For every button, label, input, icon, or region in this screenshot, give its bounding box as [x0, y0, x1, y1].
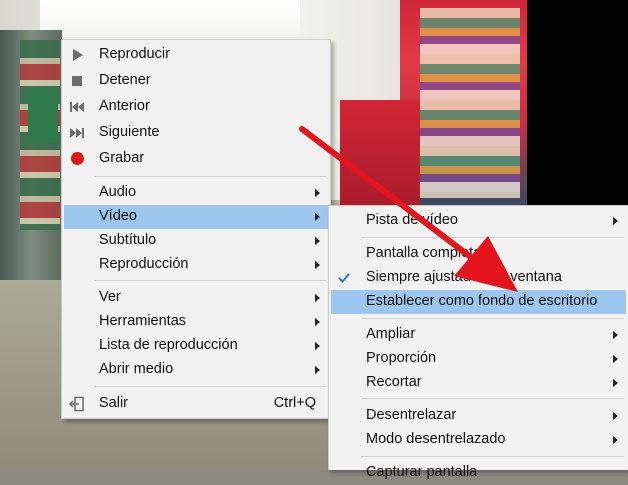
menu-item-view[interactable]: Ver [64, 286, 328, 310]
menu-item-previous[interactable]: Anterior [64, 95, 328, 119]
context-menu: Reproducir Detener Anterior Siguiente Gr… [61, 39, 331, 419]
submenu-arrow-icon [315, 366, 320, 374]
letterbox-area [527, 0, 628, 205]
menu-item-subtitle[interactable]: Subtítulo [64, 229, 328, 253]
previous-icon [69, 99, 85, 115]
menu-item-crop[interactable]: Recortar [331, 371, 626, 395]
submenu-arrow-icon [315, 237, 320, 245]
menu-separator [361, 318, 624, 319]
menu-item-screenshot[interactable]: Capturar pantalla [331, 461, 626, 485]
menu-item-label: Subtítulo [99, 232, 157, 248]
menu-item-label: Audio [99, 184, 137, 200]
right-shelf-products [420, 8, 520, 198]
menu-item-exit[interactable]: Salir Ctrl+Q [64, 392, 328, 416]
menu-item-label: Ver [99, 289, 121, 305]
menu-item-always-fit-window[interactable]: Siempre ajustado a la ventana [331, 266, 626, 290]
green-sign [28, 88, 58, 143]
menu-item-label: Desentrelazar [366, 407, 457, 423]
menu-item-label: Reproducir [99, 46, 170, 62]
menu-item-label: Salir [99, 395, 129, 411]
video-submenu: Pista de vídeo Pantalla completa Siempre… [328, 205, 628, 480]
menu-item-label: Capturar pantalla [366, 464, 478, 480]
menu-item-next[interactable]: Siguiente [64, 121, 328, 145]
stop-icon [69, 73, 85, 89]
menu-item-playlist[interactable]: Lista de reproducción [64, 334, 328, 358]
menu-separator [94, 386, 326, 387]
menu-item-label: Reproducción [99, 256, 189, 272]
menu-item-label: Vídeo [99, 208, 137, 224]
red-counter [340, 100, 420, 210]
menu-item-label: Recortar [366, 374, 422, 390]
menu-item-label: Abrir medio [99, 361, 174, 377]
menu-separator [361, 398, 624, 399]
menu-item-label: Pantalla completa [366, 245, 482, 261]
submenu-arrow-icon [613, 217, 618, 225]
menu-item-audio[interactable]: Audio [64, 181, 328, 205]
menu-item-zoom[interactable]: Ampliar [331, 323, 626, 347]
menu-item-label: Grabar [99, 150, 145, 166]
menu-item-label: Lista de reproducción [99, 337, 238, 353]
menu-item-open-media[interactable]: Abrir medio [64, 358, 328, 382]
shortcut-label: Ctrl+Q [273, 395, 316, 411]
record-icon [69, 151, 85, 167]
menu-item-label: Ampliar [366, 326, 416, 342]
menu-item-set-as-wallpaper[interactable]: Establecer como fondo de escritorio [331, 290, 626, 314]
menu-item-deinterlace-mode[interactable]: Modo desentrelazado [331, 428, 626, 452]
menu-item-label: Herramientas [99, 313, 187, 329]
menu-item-label: Anterior [99, 98, 150, 114]
menu-separator [361, 456, 624, 457]
exit-icon [68, 396, 85, 412]
menu-item-playback[interactable]: Reproducción [64, 253, 328, 277]
submenu-arrow-icon [315, 213, 320, 221]
play-icon [69, 47, 85, 63]
checkmark-icon [336, 270, 352, 286]
menu-item-label: Pista de vídeo [366, 212, 458, 228]
menu-item-video-track[interactable]: Pista de vídeo [331, 209, 626, 233]
menu-item-label: Siguiente [99, 124, 160, 140]
menu-item-stop[interactable]: Detener [64, 69, 328, 93]
menu-separator [361, 237, 624, 238]
submenu-arrow-icon [315, 294, 320, 302]
submenu-arrow-icon [315, 318, 320, 326]
submenu-arrow-icon [613, 436, 618, 444]
menu-item-tools[interactable]: Herramientas [64, 310, 328, 334]
next-icon [69, 125, 85, 141]
submenu-arrow-icon [613, 355, 618, 363]
menu-item-aspect-ratio[interactable]: Proporción [331, 347, 626, 371]
submenu-arrow-icon [613, 379, 618, 387]
menu-item-play[interactable]: Reproducir [64, 43, 328, 67]
menu-item-deinterlace[interactable]: Desentrelazar [331, 404, 626, 428]
menu-item-label: Proporción [366, 350, 437, 366]
submenu-arrow-icon [613, 412, 618, 420]
menu-separator [94, 280, 326, 281]
menu-item-record[interactable]: Grabar [64, 147, 328, 171]
menu-item-label: Modo desentrelazado [366, 431, 506, 447]
submenu-arrow-icon [315, 261, 320, 269]
menu-item-label: Establecer como fondo de escritorio [366, 293, 598, 309]
menu-separator [94, 176, 326, 177]
menu-item-label: Siempre ajustado a la ventana [366, 269, 562, 285]
submenu-arrow-icon [613, 331, 618, 339]
submenu-arrow-icon [315, 189, 320, 197]
submenu-arrow-icon [315, 342, 320, 350]
store-window [40, 0, 300, 40]
menu-item-label: Detener [99, 72, 151, 88]
menu-item-fullscreen[interactable]: Pantalla completa [331, 242, 626, 266]
menu-item-video[interactable]: Vídeo [64, 205, 328, 229]
